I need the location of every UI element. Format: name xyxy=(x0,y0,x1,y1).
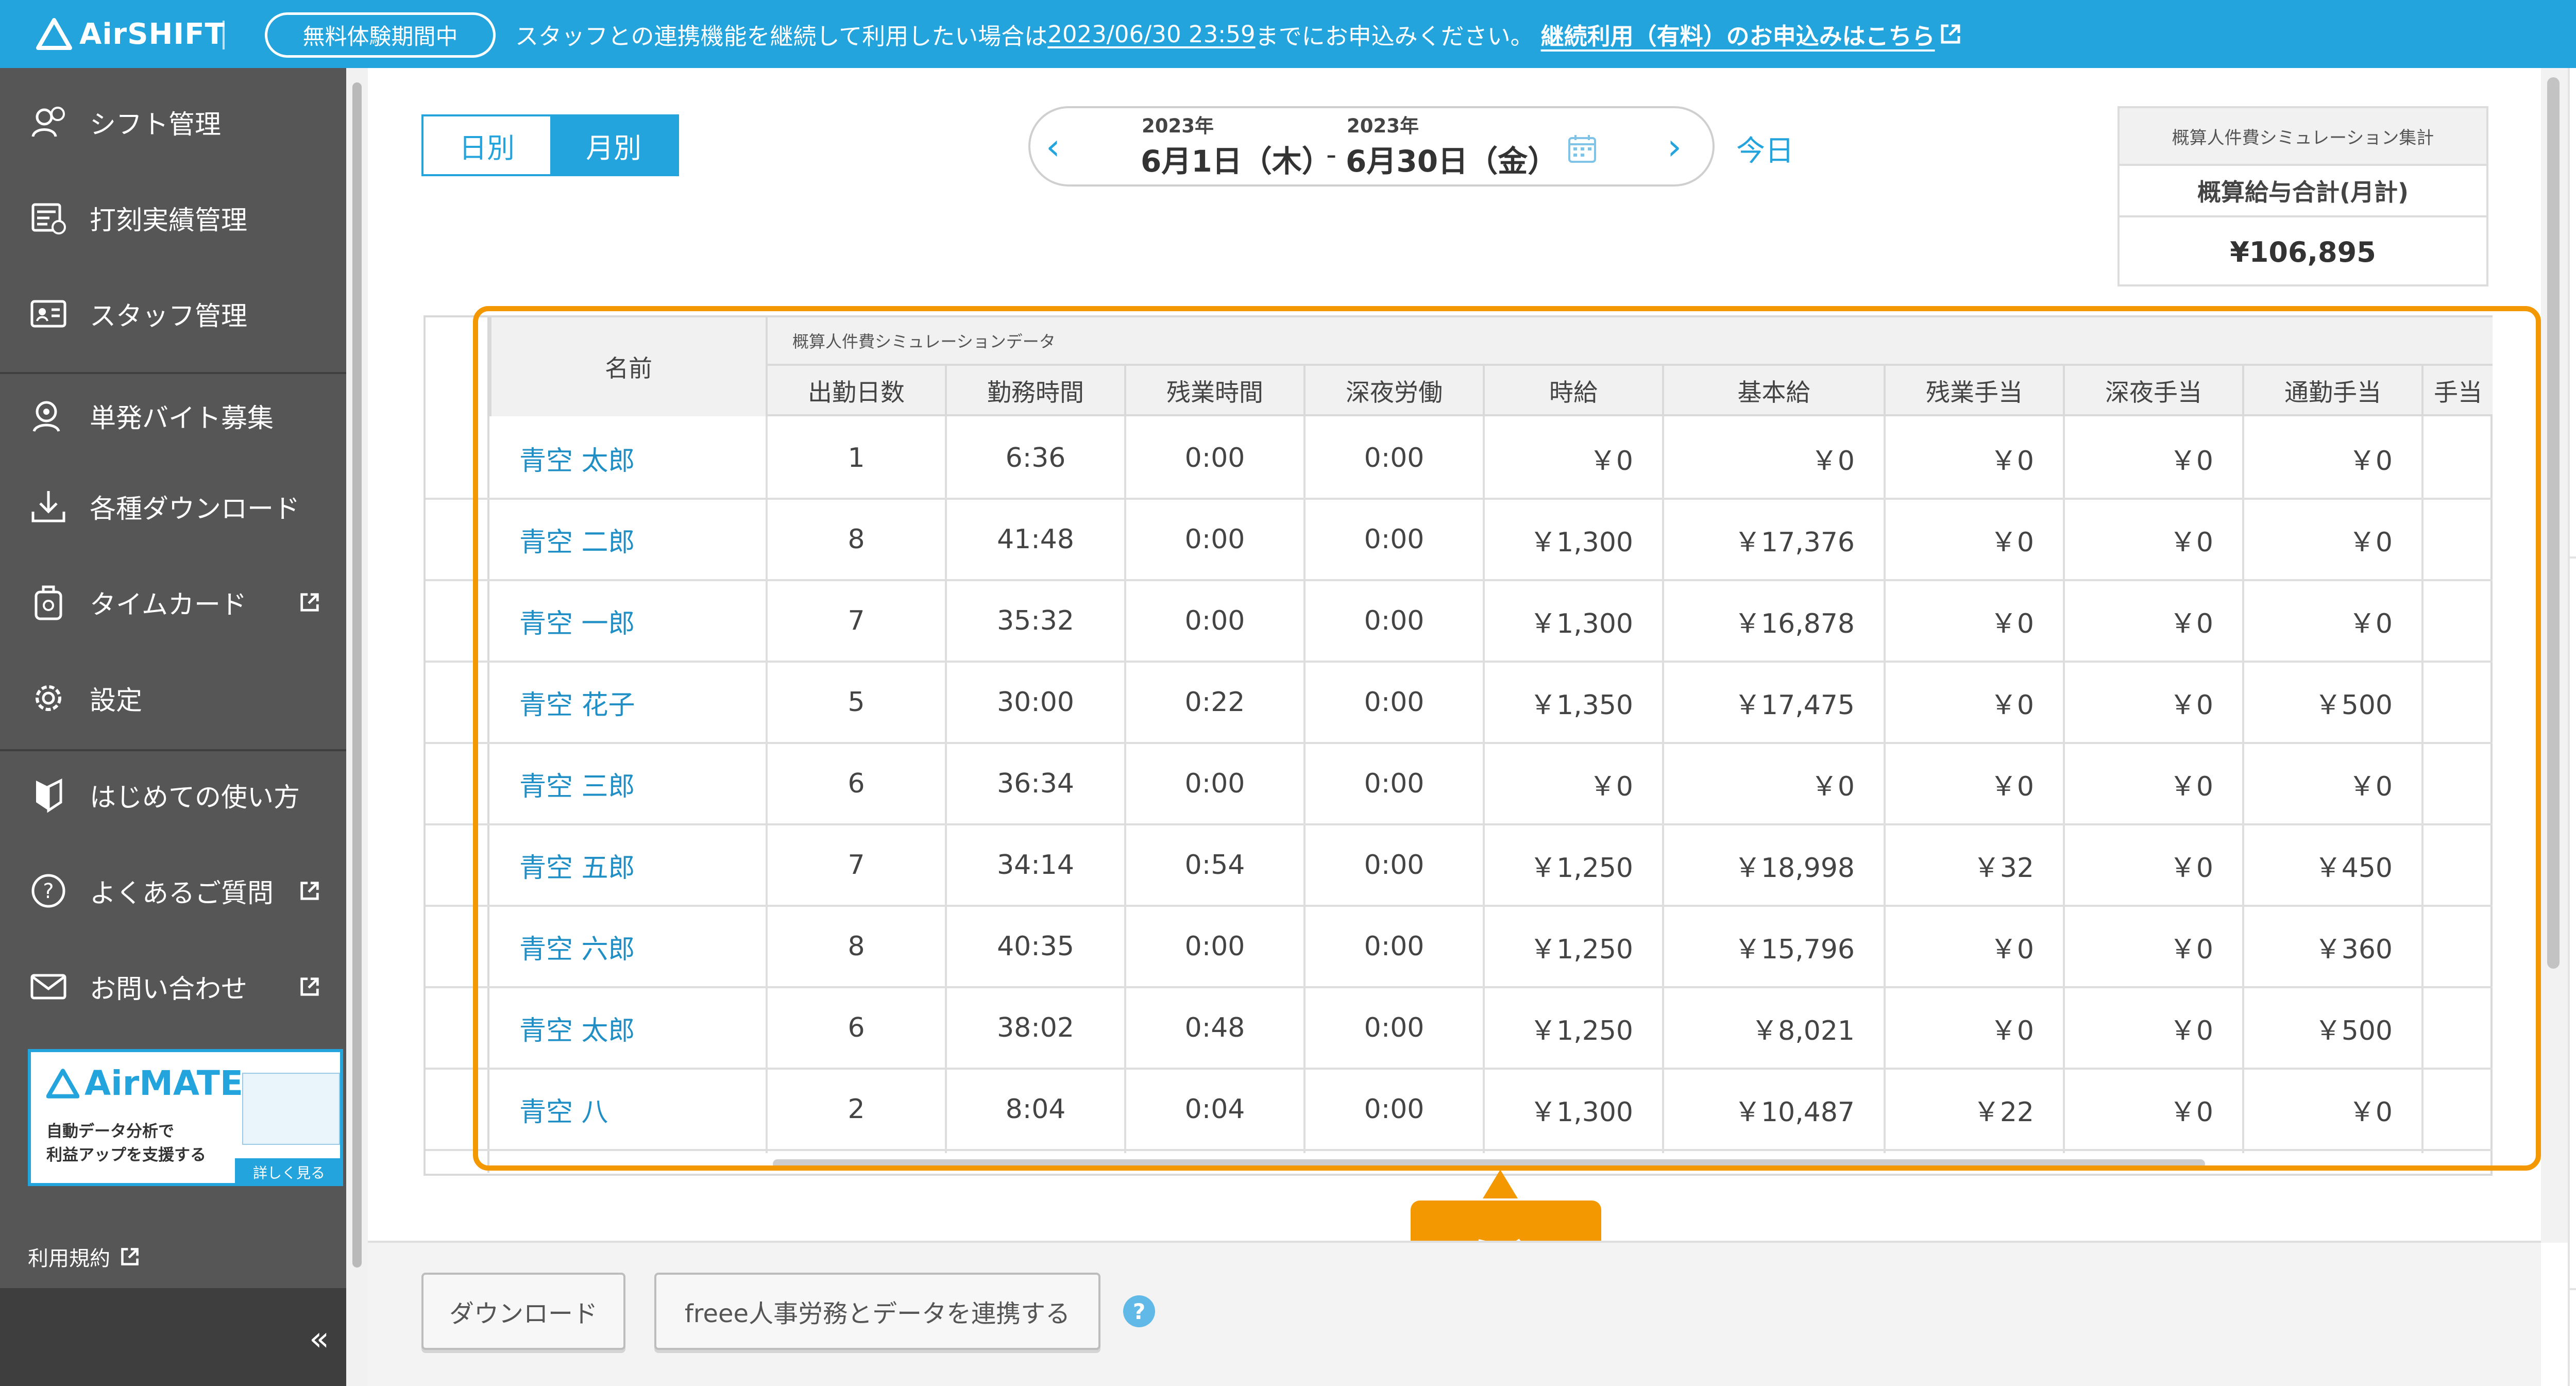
sidebar-item-label: 設定 xyxy=(90,686,143,716)
sidebar-collapse-button[interactable]: « xyxy=(309,1320,329,1358)
help-icon[interactable]: ? xyxy=(1123,1295,1155,1327)
sidebar-item-label: はじめての使い方 xyxy=(90,783,300,813)
logo-divider xyxy=(223,21,225,49)
external-link-icon xyxy=(300,977,319,996)
calendar-icon[interactable] xyxy=(1566,133,1598,165)
summary-total-value: ¥106,895 xyxy=(2230,235,2376,268)
shift-icon xyxy=(31,107,65,137)
timecard-icon xyxy=(35,585,62,620)
end-year: 2023年 xyxy=(1347,115,1419,137)
trial-badge: 無料体験期間中 xyxy=(265,12,496,58)
sidebar-item-contact[interactable]: お問い合わせ xyxy=(0,943,346,1030)
start-date: 6月1日（木） xyxy=(1141,144,1332,179)
airshift-logo-icon xyxy=(36,18,72,50)
staff-card-icon xyxy=(30,300,66,328)
terms-link[interactable]: 利用規約 xyxy=(28,1242,140,1272)
prev-period-button[interactable]: ‹ xyxy=(1046,126,1060,168)
highlight-frame xyxy=(473,306,2541,1171)
beginner-icon xyxy=(36,778,62,813)
external-link-icon[interactable] xyxy=(1939,23,1962,45)
svg-text:?: ? xyxy=(43,880,54,903)
main-scroll-thumb[interactable] xyxy=(2547,77,2560,969)
brand-name: AirSHIFT xyxy=(79,17,225,51)
sidebar-item-staff[interactable]: スタッフ管理 xyxy=(0,270,346,358)
airmate-line1: 自動データ分析で xyxy=(46,1122,174,1141)
sidebar-item-label: 単発バイト募集 xyxy=(90,403,274,434)
sidebar-scroll-thumb[interactable] xyxy=(352,82,362,1267)
download-icon xyxy=(31,491,65,522)
end-date: 6月30日（金） xyxy=(1346,144,1558,179)
view-toggle: 日別 月別 xyxy=(421,114,679,176)
sidebar-item-timecard[interactable]: タイムカード xyxy=(0,559,346,646)
sidebar-item-faq[interactable]: ? よくあるご質問 xyxy=(0,847,346,935)
start-year: 2023年 xyxy=(1142,115,1214,137)
callout-pointer xyxy=(1483,1170,1518,1198)
sidebar-item-shift[interactable]: シフト管理 xyxy=(0,78,346,166)
sidebar-item-label: よくあるご質問 xyxy=(90,878,274,909)
rail-divider xyxy=(2570,556,2576,559)
airmate-logo-icon xyxy=(46,1068,79,1098)
rail-divider xyxy=(2570,1288,2576,1290)
summary-label: 概算給与合計(月計) xyxy=(2120,164,2486,217)
sidebar-item-timestamp[interactable]: 打刻実績管理 xyxy=(0,174,346,262)
gear-icon xyxy=(36,685,61,711)
view-daily-tab[interactable]: 日別 xyxy=(423,116,550,174)
sidebar-item-label: 各種ダウンロード xyxy=(90,494,300,525)
right-rail xyxy=(2568,68,2576,1386)
question-icon: ? xyxy=(31,874,65,908)
subscribe-link[interactable]: 継続利用（有料）のお申込みはこちら xyxy=(1541,18,1935,51)
range-separator: - xyxy=(1326,138,1337,172)
sidebar-item-label: シフト管理 xyxy=(90,110,222,140)
sidebar-item-label: スタッフ管理 xyxy=(90,301,248,332)
today-button[interactable]: 今日 xyxy=(1736,128,1794,170)
next-period-button[interactable]: › xyxy=(1667,126,1682,168)
mail-icon xyxy=(30,974,66,1000)
app-logo[interactable]: AirSHIFT xyxy=(36,15,225,53)
external-link-icon xyxy=(300,593,319,612)
banner-message: スタッフとの連携機能を継続して利用したい場合は 2023/06/30 23:59… xyxy=(515,18,1962,51)
sidebar-item-beginner[interactable]: はじめての使い方 xyxy=(0,751,346,839)
sidebar-item-label: お問い合わせ xyxy=(90,974,248,1005)
timestamp-icon xyxy=(31,203,66,234)
freee-sync-button[interactable]: freee人事労務とデータを連携する xyxy=(654,1273,1100,1350)
banner-message-pre: スタッフとの連携機能を継続して利用したい場合は xyxy=(515,22,1048,50)
airmate-screenshot-image xyxy=(242,1073,340,1145)
terms-label: 利用規約 xyxy=(28,1247,110,1271)
external-link-icon xyxy=(121,1248,139,1265)
airmate-ad-banner[interactable]: AirMATE 自動データ分析で 利益アップを支援する 詳しく見る xyxy=(28,1049,343,1186)
sidebar-footer xyxy=(0,1288,346,1386)
summary-header: 概算人件費シミュレーション集計 xyxy=(2120,108,2486,164)
banner-deadline: 2023/06/30 23:59 xyxy=(1047,20,1256,48)
sidebar-item-recruit[interactable]: 単発バイト募集 xyxy=(0,372,346,460)
airmate-line2: 利益アップを支援する xyxy=(46,1146,206,1164)
recruit-icon xyxy=(32,401,60,432)
airmate-brand-label: AirMATE xyxy=(84,1063,243,1103)
sidebar-item-label: タイムカード xyxy=(90,590,247,620)
download-button[interactable]: ダウンロード xyxy=(421,1273,625,1350)
sidebar-item-download[interactable]: 各種ダウンロード xyxy=(0,463,346,550)
banner-message-post: までにお申込みください。 xyxy=(1255,22,1534,50)
airmate-brand: AirMATE xyxy=(46,1063,243,1103)
view-monthly-tab[interactable]: 月別 xyxy=(550,116,677,174)
external-link-icon xyxy=(300,882,319,900)
sidebar-item-label: 打刻実績管理 xyxy=(90,206,248,236)
sidebar-item-settings[interactable]: 設定 xyxy=(0,654,346,742)
airmate-more-link[interactable]: 詳しく見る xyxy=(235,1158,343,1186)
